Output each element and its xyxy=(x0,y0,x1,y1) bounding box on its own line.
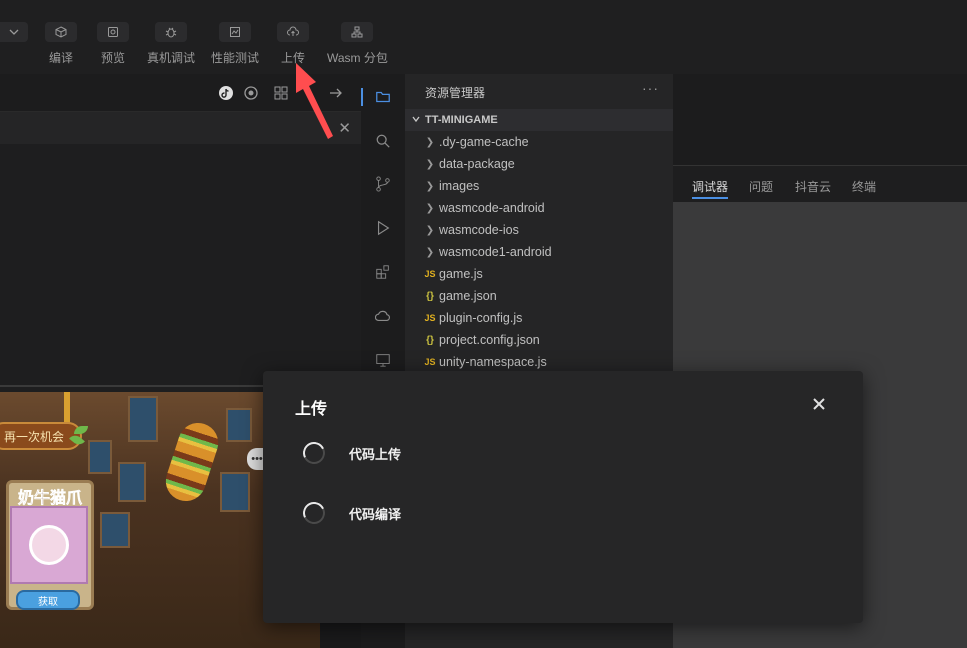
source-control-icon[interactable] xyxy=(374,175,392,193)
tiktok-icon[interactable] xyxy=(218,85,234,101)
tree-item-label: unity-namespace.js xyxy=(439,355,547,369)
js-file-icon: JS xyxy=(424,357,436,367)
cloud-icon[interactable] xyxy=(374,307,392,325)
simulator-blank-area xyxy=(0,144,361,386)
burger-decoration xyxy=(160,417,224,507)
leaf-decoration xyxy=(74,426,88,434)
step-label: 代码上传 xyxy=(349,446,402,462)
tree-item-label: .dy-game-cache xyxy=(439,135,529,149)
preview-label: 预览 xyxy=(100,51,125,65)
cube-icon xyxy=(55,26,67,38)
wall-poster xyxy=(220,472,250,512)
chevron-right-icon: ❯ xyxy=(425,224,435,236)
tree-item-label: plugin-config.js xyxy=(439,311,523,325)
paw-image xyxy=(10,506,88,584)
performance-test-button[interactable]: 性能测试 xyxy=(211,22,259,66)
tree-item-label: images xyxy=(439,179,480,193)
active-indicator xyxy=(361,88,363,106)
top-toolbar: 编译 预览 真机调试 性能测试 上传 Wasm 分包 xyxy=(0,0,967,74)
tree-file[interactable]: JS plugin-config.js xyxy=(405,307,673,329)
wall-poster xyxy=(128,396,158,442)
paw-icon xyxy=(29,525,69,565)
loading-spinner-icon xyxy=(299,438,329,468)
run-debug-icon[interactable] xyxy=(374,219,392,237)
tree-folder[interactable]: ❯ wasmcode1-android xyxy=(405,241,673,263)
sign-rope xyxy=(64,392,70,426)
tree-item-label: game.json xyxy=(439,289,497,303)
more-icon[interactable]: ··· xyxy=(642,80,659,96)
tree-item-label: wasmcode1-android xyxy=(439,245,552,259)
wall-poster xyxy=(100,512,130,548)
tree-folder[interactable]: ❯ data-package xyxy=(405,153,673,175)
tree-item-label: data-package xyxy=(439,157,515,171)
tree-item-label: wasmcode-android xyxy=(439,201,545,215)
performance-icon xyxy=(230,27,240,37)
active-tab-underline xyxy=(692,197,728,199)
bottom-panel-tabs: 调试器 问题 抖音云 终端 xyxy=(673,166,967,202)
chevron-right-icon: ❯ xyxy=(425,246,435,258)
step-label: 代码编译 xyxy=(349,506,402,522)
tab-problems[interactable]: 问题 xyxy=(749,178,773,195)
chevron-right-icon: ❯ xyxy=(425,202,435,214)
compile-label: 编译 xyxy=(48,51,73,65)
json-file-icon: {} xyxy=(426,334,434,346)
tree-folder[interactable]: ❯ wasmcode-android xyxy=(405,197,673,219)
preview-button[interactable]: 预览 xyxy=(97,22,129,66)
tree-file[interactable]: JS game.js xyxy=(405,263,673,285)
annotation-arrow xyxy=(296,63,333,139)
wall-poster xyxy=(88,440,112,474)
device-debug-button[interactable]: 真机调试 xyxy=(147,22,195,66)
chevron-right-icon: ❯ xyxy=(425,136,435,148)
preview-icon xyxy=(108,27,118,37)
tab-douyin-cloud[interactable]: 抖音云 xyxy=(795,178,831,195)
performance-test-label: 性能测试 xyxy=(211,51,260,65)
chevron-right-icon: ❯ xyxy=(425,180,435,192)
chevron-right-icon: ❯ xyxy=(425,158,435,170)
upload-dialog: 上传 代码上传 代码编译 xyxy=(263,371,863,623)
wall-poster xyxy=(118,462,146,502)
record-icon[interactable] xyxy=(243,85,259,101)
tree-item-label: game.js xyxy=(439,267,483,281)
tree-item-label: project.config.json xyxy=(439,333,540,347)
monitor-icon[interactable] xyxy=(374,351,392,369)
tree-file[interactable]: {} game.json xyxy=(405,285,673,307)
tree-file[interactable]: {} project.config.json xyxy=(405,329,673,351)
devtools-window: 编译 预览 真机调试 性能测试 上传 Wasm 分包 ✕ 再一次机会 ••• 奶… xyxy=(0,0,967,648)
search-icon[interactable] xyxy=(374,132,392,150)
wall-poster xyxy=(226,408,252,442)
close-icon[interactable] xyxy=(811,396,827,412)
dropdown-toggle[interactable] xyxy=(0,22,28,42)
tab-debugger[interactable]: 调试器 xyxy=(692,178,728,195)
tree-folder[interactable]: ❯ wasmcode-ios xyxy=(405,219,673,241)
tree-folder[interactable]: ❯ .dy-game-cache xyxy=(405,131,673,153)
explorer-icon[interactable] xyxy=(374,88,392,106)
js-file-icon: JS xyxy=(424,269,436,279)
js-file-icon: JS xyxy=(424,313,436,323)
project-header[interactable]: TT-MINIGAME xyxy=(405,109,673,131)
chevron-down-icon xyxy=(9,29,19,35)
extensions-icon[interactable] xyxy=(374,263,392,281)
chevron-down-icon xyxy=(412,116,420,123)
card-title: 奶牛猫爪 xyxy=(17,490,83,508)
compile-step: 代码编译 xyxy=(299,498,402,528)
tree-file[interactable]: JS unity-namespace.js xyxy=(405,351,673,373)
editor-area xyxy=(673,74,967,166)
tree-item-label: wasmcode-ios xyxy=(439,223,519,237)
get-button[interactable]: 获取 xyxy=(16,590,80,610)
package-icon xyxy=(351,26,363,38)
bug-icon xyxy=(165,27,177,38)
upload-step: 代码上传 xyxy=(299,438,402,468)
explorer-title: 资源管理器 xyxy=(425,86,486,100)
project-name: TT-MINIGAME xyxy=(425,114,498,126)
json-file-icon: {} xyxy=(426,290,434,302)
tab-terminal[interactable]: 终端 xyxy=(852,178,876,195)
loading-spinner-icon xyxy=(299,498,329,528)
dialog-title: 上传 xyxy=(295,401,328,418)
device-debug-label: 真机调试 xyxy=(147,51,196,65)
tree-folder[interactable]: ❯ images xyxy=(405,175,673,197)
compile-button[interactable]: 编译 xyxy=(45,22,77,66)
cloud-upload-icon xyxy=(287,26,299,36)
